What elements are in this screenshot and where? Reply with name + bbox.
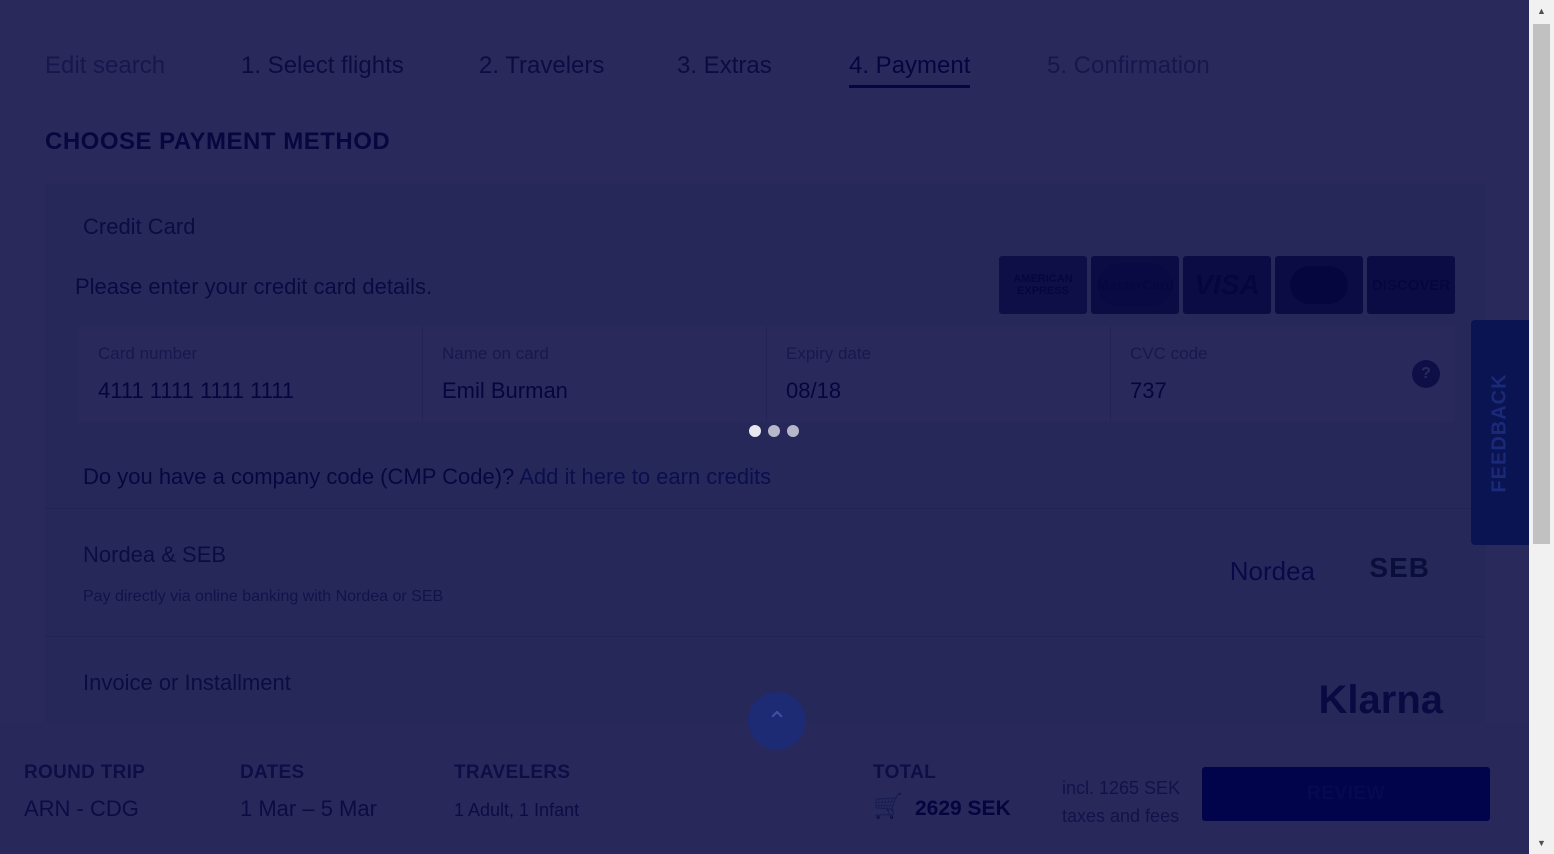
cvc-code-input[interactable]: 737 <box>1130 378 1167 404</box>
booking-page: Edit search 1. Select flights 2. Travele… <box>0 0 1529 854</box>
scroll-up-arrow-icon[interactable]: ▲ <box>1537 6 1546 16</box>
company-code-row: Do you have a company code (CMP Code)? A… <box>83 464 771 490</box>
loading-dot <box>768 425 780 437</box>
company-code-text: Do you have a company code (CMP Code)? <box>83 464 515 489</box>
loading-dot <box>749 425 761 437</box>
scrollbar-thumb[interactable] <box>1533 24 1550 544</box>
edit-search-link[interactable]: Edit search <box>45 52 165 80</box>
discover-logo: DISCOVER <box>1367 256 1455 314</box>
payment-methods-panel: Credit Card Please enter your credit car… <box>45 184 1485 744</box>
trip-route: ARN - CDG <box>24 796 139 821</box>
step-confirmation: 5. Confirmation <box>1047 52 1210 79</box>
trip-type-label: ROUND TRIP <box>24 762 146 783</box>
travelers-label: TRAVELERS <box>454 762 571 783</box>
expiry-date-input[interactable]: 08/18 <box>786 378 841 404</box>
card-number-field[interactable]: Card number 4111 1111 1111 1111 <box>78 326 423 422</box>
credit-card-title[interactable]: Credit Card <box>83 214 195 240</box>
booking-steps-nav: Edit search 1. Select flights 2. Travele… <box>45 50 1505 90</box>
cvc-code-field[interactable]: CVC code 737 ? <box>1110 326 1454 422</box>
divider <box>45 508 1485 509</box>
travelers-value: 1 Adult, 1 Infant <box>454 800 580 820</box>
nordea-logo: Nordea <box>1229 556 1315 586</box>
step-travelers[interactable]: 2. Travelers <box>479 52 604 80</box>
add-company-code-link[interactable]: Add it here to earn credits <box>519 464 771 489</box>
loading-spinner <box>749 425 799 437</box>
total-label: TOTAL <box>873 762 937 783</box>
amex-logo: AMERICAN EXPRESS <box>999 256 1087 314</box>
taxes-note: incl. 1265 SEK taxes and fees <box>1062 778 1181 826</box>
credit-card-description: Please enter your credit card details. <box>75 274 433 299</box>
expiry-date-field[interactable]: Expiry date 08/18 <box>766 326 1111 422</box>
scroll-to-top-button[interactable]: ⌃ <box>748 692 806 750</box>
mastercard-logo: MasterCard <box>1091 256 1179 314</box>
visa-logo: VISA <box>1183 256 1271 314</box>
card-number-label: Card number <box>98 344 198 363</box>
help-icon[interactable]: ? <box>1412 360 1440 388</box>
nordea-seb-subtitle: Pay directly via online banking with Nor… <box>83 588 444 605</box>
cvc-code-label: CVC code <box>1130 344 1208 363</box>
dates-value: 1 Mar – 5 Mar <box>240 796 377 821</box>
loading-dot <box>787 425 799 437</box>
invoice-installment-title[interactable]: Invoice or Installment <box>83 670 291 696</box>
review-button[interactable]: REVIEW <box>1202 767 1490 821</box>
close-icon[interactable]: × <box>1487 50 1505 80</box>
page-scrollbar[interactable]: ▲ ▼ <box>1529 0 1554 854</box>
feedback-label: FEEDBACK <box>1488 372 1511 493</box>
scroll-down-arrow-icon[interactable]: ▼ <box>1537 838 1546 848</box>
name-on-card-input[interactable]: Emil Burman <box>442 378 568 404</box>
total-price: 2629 SEK <box>915 797 1011 820</box>
name-on-card-field[interactable]: Name on card Emil Burman <box>422 326 767 422</box>
card-logos: AMERICAN EXPRESS MasterCard VISA DISCOVE… <box>999 256 1455 314</box>
feedback-tab[interactable]: FEEDBACK <box>1471 320 1529 545</box>
diners-logo <box>1275 256 1363 314</box>
step-select-flights[interactable]: 1. Select flights <box>241 52 404 80</box>
cart-icon: 🛒 <box>873 793 903 820</box>
divider <box>45 636 1485 637</box>
card-fields: Card number 4111 1111 1111 1111 Name on … <box>78 326 1454 422</box>
name-on-card-label: Name on card <box>442 344 549 363</box>
step-extras[interactable]: 3. Extras <box>677 52 772 80</box>
nordea-seb-title[interactable]: Nordea & SEB <box>83 542 226 568</box>
page-title: CHOOSE PAYMENT METHOD <box>45 128 391 155</box>
card-number-input[interactable]: 4111 1111 1111 1111 <box>98 378 294 404</box>
expiry-date-label: Expiry date <box>786 344 872 363</box>
dates-label: DATES <box>240 762 305 783</box>
step-payment[interactable]: 4. Payment <box>849 52 971 88</box>
seb-logo: SEB <box>1369 552 1430 583</box>
klarna-logo: Klarna <box>1318 678 1444 722</box>
